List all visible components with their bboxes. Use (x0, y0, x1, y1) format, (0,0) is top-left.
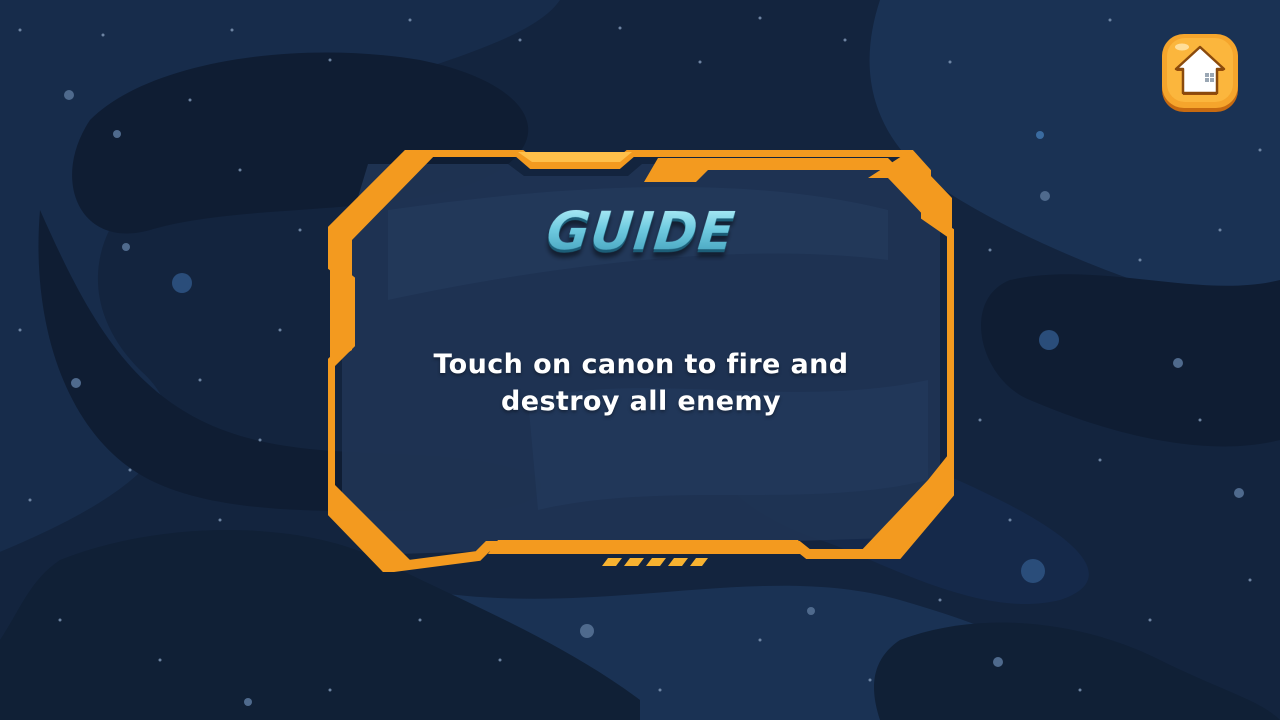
game-screen: GUIDE Touch on canon to fire and destroy… (0, 0, 1280, 720)
home-button[interactable] (1160, 33, 1240, 113)
home-icon (1162, 34, 1238, 112)
guide-instructions: Touch on canon to fire and destroy all e… (433, 349, 849, 417)
guide-panel: GUIDE Touch on canon to fire and destroy… (328, 150, 954, 572)
guide-title: GUIDE (325, 202, 957, 262)
